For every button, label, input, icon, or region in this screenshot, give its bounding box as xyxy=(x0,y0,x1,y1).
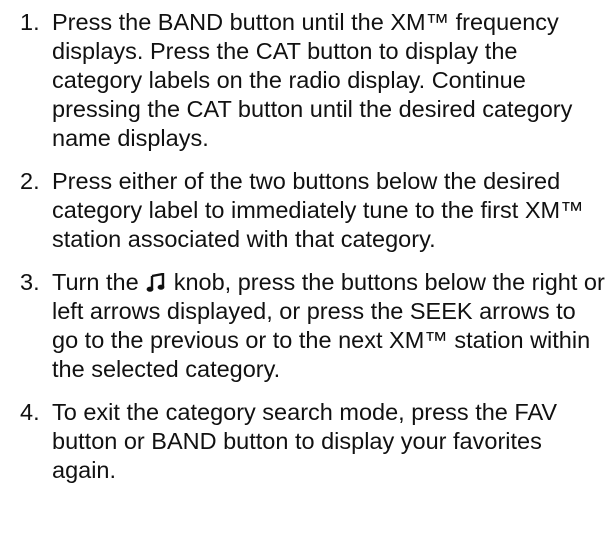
step-2: 2. Press either of the two buttons below… xyxy=(0,167,605,254)
step-number: 3. xyxy=(20,269,40,295)
step-text-before-icon: Turn the xyxy=(52,269,139,295)
step-number: 4. xyxy=(20,399,40,425)
step-text: Press either of the two buttons below th… xyxy=(52,168,584,252)
step-text: Press the BAND button until the XM™ freq… xyxy=(52,9,573,151)
step-1: 1. Press the BAND button until the XM™ f… xyxy=(0,8,605,153)
instruction-list: 1. Press the BAND button until the XM™ f… xyxy=(0,0,605,483)
step-number: 2. xyxy=(20,168,40,194)
step-3: 3. Turn the knob, press the buttons belo… xyxy=(0,268,605,384)
step-text: To exit the category search mode, press … xyxy=(52,399,558,483)
music-note-icon xyxy=(146,271,166,292)
step-4: 4. To exit the category search mode, pre… xyxy=(0,398,605,485)
step-number: 1. xyxy=(20,9,40,35)
step-text: Turn the knob, press the buttons below t… xyxy=(52,269,605,382)
